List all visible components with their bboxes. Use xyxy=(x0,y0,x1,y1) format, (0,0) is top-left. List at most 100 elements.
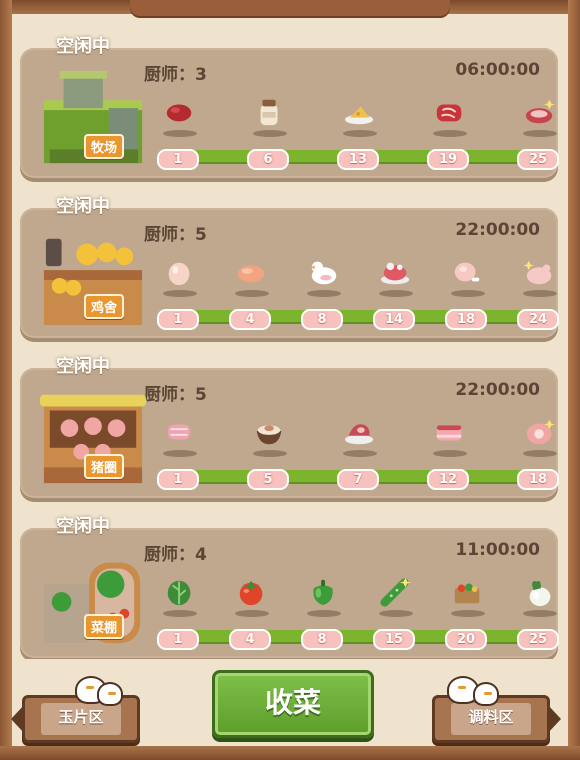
whole-chicken-icon xyxy=(380,256,412,288)
ingredient-item[interactable]: 13 xyxy=(335,92,385,170)
ingredient-shadow xyxy=(433,450,467,457)
station-status: 空闲中 xyxy=(56,196,110,217)
building-name-sign: 菜棚 xyxy=(84,614,125,639)
jade-zone-button[interactable]: 玉片区 xyxy=(11,676,140,743)
ingredient-shadow xyxy=(523,610,557,617)
station-status: 空闲中 xyxy=(56,516,110,537)
unlock-level-badge: 4 xyxy=(229,309,271,330)
station-timer: 11:00:00 xyxy=(455,540,540,560)
ingredient-item[interactable]: 1 xyxy=(155,572,205,650)
ingredient-item[interactable]: 8 xyxy=(299,572,349,650)
ingredient-shadow xyxy=(163,290,197,297)
ingredient-shadow xyxy=(163,450,197,457)
frame-bottom xyxy=(0,746,580,760)
ingredient-shadow xyxy=(343,450,377,457)
ingredient-shadow xyxy=(307,290,341,297)
unlock-level-badge: 18 xyxy=(445,309,487,330)
ingredient-shadow xyxy=(523,450,557,457)
building-name-sign: 鸡舍 xyxy=(84,294,125,319)
raw-meat-icon xyxy=(164,96,196,128)
chef-count: 厨师：5 xyxy=(144,225,207,245)
bird-icon xyxy=(97,682,123,706)
ingredient-shadow xyxy=(451,610,485,617)
ingredient-shadow xyxy=(253,450,287,457)
greenhouse-icon[interactable]: 菜棚 xyxy=(40,544,146,648)
ingredient-shadow xyxy=(451,290,485,297)
ingredient-item[interactable]: 18 xyxy=(515,412,565,490)
unlock-level-badge: 25 xyxy=(517,149,559,170)
chicken-coop-icon[interactable]: 鸡舍 xyxy=(40,224,146,328)
ingredient-item[interactable]: 25 xyxy=(515,92,565,170)
station-timer: 06:00:00 xyxy=(455,60,540,80)
ingredient-shadow xyxy=(253,130,287,137)
golden-bird-icon xyxy=(523,256,556,288)
station-status: 空闲中 xyxy=(56,36,110,57)
arrow-left-icon xyxy=(11,704,25,734)
building-name-sign: 牧场 xyxy=(84,134,125,159)
ingredient-shadow xyxy=(379,610,413,617)
ingredient-item[interactable]: 8 xyxy=(299,252,349,330)
station-card[interactable]: 空闲中 厨师：5 22:00:00 猪圈 1 5 7 12 18 xyxy=(20,356,559,498)
ingredient-item[interactable]: 25 xyxy=(515,572,565,650)
unlock-level-badge: 1 xyxy=(157,309,199,330)
ingredient-item[interactable]: 1 xyxy=(155,252,205,330)
beef-slice-icon xyxy=(434,96,466,128)
station-list[interactable]: 空闲中 厨师：3 06:00:00 牧场 1 6 13 19 25 空闲中 厨师：5 22:00:00… xyxy=(0,14,580,659)
green-pepper-icon xyxy=(308,576,340,608)
unlock-level-badge: 8 xyxy=(301,309,343,330)
pig-pen-icon[interactable]: 猪圈 xyxy=(40,384,146,488)
unlock-level-badge: 4 xyxy=(229,629,271,650)
chicken-breast-icon xyxy=(236,256,268,288)
egg-icon xyxy=(164,256,196,288)
unlock-level-badge: 19 xyxy=(427,149,469,170)
arrow-right-icon xyxy=(547,704,561,734)
ingredient-item[interactable]: 24 xyxy=(515,252,565,330)
ingredient-item[interactable]: 20 xyxy=(443,572,493,650)
bird-icon xyxy=(473,682,499,706)
unlock-level-badge: 20 xyxy=(445,629,487,650)
cheese-plate-icon xyxy=(344,96,376,128)
ingredient-item[interactable]: 18 xyxy=(443,252,493,330)
ingredient-item[interactable]: 14 xyxy=(371,252,421,330)
cucumber-icon xyxy=(380,576,412,608)
collect-dishes-button[interactable]: 收菜 xyxy=(212,670,374,738)
ranch-building-icon[interactable]: 牧场 xyxy=(40,64,146,168)
ingredient-item[interactable]: 19 xyxy=(425,92,475,170)
ingredient-item[interactable]: 1 xyxy=(155,412,205,490)
ingredient-shadow xyxy=(235,290,269,297)
cabbage-icon xyxy=(164,576,196,608)
ingredient-item[interactable]: 1 xyxy=(155,92,205,170)
unlock-level-badge: 1 xyxy=(157,469,199,490)
unlock-level-badge: 14 xyxy=(373,309,415,330)
ingredient-shadow xyxy=(163,610,197,617)
premium-steak-icon xyxy=(524,96,556,128)
ham-icon xyxy=(524,416,556,448)
ingredient-item[interactable]: 12 xyxy=(425,412,475,490)
ingredient-item[interactable]: 15 xyxy=(371,572,421,650)
jade-zone-label: 玉片区 xyxy=(41,703,121,735)
seasoning-zone-button[interactable]: 调料区 xyxy=(432,676,561,743)
bacon-icon xyxy=(164,416,196,448)
building-name-sign: 猪圈 xyxy=(84,454,125,479)
ingredient-item[interactable]: 4 xyxy=(227,252,277,330)
ingredient-item[interactable]: 5 xyxy=(245,412,295,490)
ingredient-shadow xyxy=(307,610,341,617)
station-card[interactable]: 空闲中 厨师：3 06:00:00 牧场 1 6 13 19 25 xyxy=(20,36,559,178)
radish-icon xyxy=(524,576,556,608)
ingredient-shadow xyxy=(379,290,413,297)
ingredient-shadow xyxy=(235,610,269,617)
duck-icon xyxy=(308,256,340,288)
station-card[interactable]: 空闲中 厨师：5 22:00:00 鸡舍 1 4 8 14 18 24 xyxy=(20,196,559,338)
ingredient-item[interactable]: 6 xyxy=(245,92,295,170)
ingredient-item[interactable]: 7 xyxy=(335,412,385,490)
unlock-level-badge: 15 xyxy=(373,629,415,650)
station-card[interactable]: 空闲中 厨师：4 11:00:00 菜棚 1 4 8 15 20 25 xyxy=(20,516,559,658)
unlock-level-badge: 18 xyxy=(517,469,559,490)
milk-jar-icon xyxy=(254,96,286,128)
unlock-level-badge: 8 xyxy=(301,629,343,650)
vegetable-box-icon xyxy=(452,576,484,608)
station-status: 空闲中 xyxy=(56,356,110,377)
station-timer: 22:00:00 xyxy=(455,220,540,240)
ingredient-item[interactable]: 4 xyxy=(227,572,277,650)
seasoning-zone-label: 调料区 xyxy=(451,703,531,735)
